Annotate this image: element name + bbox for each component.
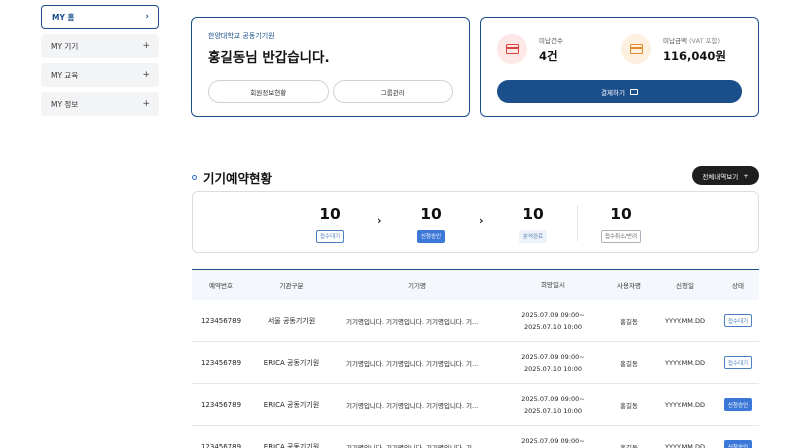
table-row[interactable]: 123456789 ERICA 공동기기원 기기명입니다. 기기명입니다. 기기명입… bbox=[192, 384, 759, 426]
table-header: 예약번호 기관구분 기기명 희망일시 사용자명 신청일 상태 bbox=[192, 269, 759, 300]
reservation-number: 123456789 bbox=[200, 400, 242, 409]
user-name: 홍길동 bbox=[620, 401, 638, 410]
credit-card-icon bbox=[621, 34, 651, 64]
organization: ERICA 공동기기원 bbox=[263, 400, 320, 409]
table-row[interactable]: 123456789 ERICA 공동기기원 기기명입니다. 기기명입니다. 기기명입… bbox=[192, 342, 759, 384]
plus-icon: + bbox=[743, 171, 749, 180]
pay-button-label: 결제하기 bbox=[601, 88, 625, 97]
plus-icon: + bbox=[142, 70, 150, 80]
table-body: 123456789 서울 공동기기원 기기명입니다. 기기명입니다. 기기명입니다.… bbox=[192, 300, 759, 448]
status-badge: 접수대기 bbox=[315, 229, 345, 243]
summary-item-cancelled[interactable]: 10 접수취소/반려 bbox=[591, 205, 651, 243]
plus-icon: + bbox=[142, 41, 150, 51]
sidebar-item-label: MY 교육 bbox=[51, 70, 79, 80]
summary-item-pending[interactable]: 10 접수대기 bbox=[300, 205, 360, 243]
bullet-dot-icon bbox=[192, 175, 197, 180]
user-name: 홍길동 bbox=[620, 443, 638, 448]
view-all-button[interactable]: 전체내역보기 + bbox=[692, 166, 759, 185]
applied-date: YYYY.MM.DD bbox=[665, 400, 705, 409]
desired-datetime: 2025.07.09 09:00~2025.07.10 10:00 bbox=[521, 310, 585, 331]
status-badge: 신청승인 bbox=[723, 398, 753, 411]
pay-button[interactable]: 결제하기 bbox=[497, 80, 742, 103]
unpaid-amount-note: (VAT 포함) bbox=[689, 36, 721, 45]
sidebar-item-my-info[interactable]: MY 정보 + bbox=[41, 92, 159, 116]
reservation-number: 123456789 bbox=[200, 442, 242, 448]
reservation-number: 123456789 bbox=[200, 358, 242, 367]
user-greeting: 홍길동님 반갑습니다. bbox=[208, 50, 330, 66]
plus-icon: + bbox=[142, 99, 150, 109]
unpaid-count-value: 4건 bbox=[539, 48, 558, 63]
sidebar-item-my-home[interactable]: MY 홈 › bbox=[41, 5, 159, 29]
desired-datetime: 2025.07.09 09:00~2025.07.10 10:00 bbox=[521, 394, 585, 415]
reservation-summary: 10 접수대기 › 10 신청승인 › 10 분석완료 10 접수취소/반려 bbox=[192, 191, 759, 253]
sidebar-item-label: MY 기기 bbox=[51, 41, 79, 51]
group-manage-button[interactable]: 그룹관리 bbox=[332, 80, 453, 103]
credit-card-icon bbox=[497, 34, 527, 64]
unpaid-amount-label: 미납금액 bbox=[663, 36, 687, 45]
desired-datetime: 2025.07.09 09:00~2025.07.10 10:00 bbox=[521, 436, 585, 445]
organization: ERICA 공동기기원 bbox=[263, 358, 320, 367]
unpaid-count-label: 미납건수 bbox=[539, 36, 563, 45]
status-badge: 접수취소/반려 bbox=[600, 229, 642, 243]
unpaid-count-stat: 미납건수 4건 bbox=[497, 34, 563, 64]
sidebar-item-my-device[interactable]: MY 기기 + bbox=[41, 34, 159, 58]
user-card: 한양대학교 공동기기원 홍길동님 반갑습니다. 회원정보현황 그룹관리 bbox=[191, 17, 470, 117]
user-name: 홍길동 bbox=[620, 359, 638, 368]
summary-item-approved[interactable]: 10 신청승인 bbox=[401, 205, 461, 243]
divider bbox=[577, 205, 578, 241]
reservation-number: 123456789 bbox=[200, 316, 242, 325]
device-name: 기기명입니다. 기기명입니다. 기기명입니다. 기... bbox=[346, 359, 479, 368]
organization: ERICA 공동기기원 bbox=[263, 442, 320, 448]
user-name: 홍길동 bbox=[620, 317, 638, 326]
chevron-right-icon: › bbox=[145, 12, 149, 22]
chevron-right-icon: › bbox=[479, 214, 484, 227]
table-row[interactable]: 123456789 ERICA 공동기기원 기기명입니다. 기기명입니다. 기기명입… bbox=[192, 426, 759, 448]
applied-date: YYYY.MM.DD bbox=[665, 316, 705, 325]
sidebar-item-label: MY 정보 bbox=[51, 99, 79, 109]
section-title: 기기예약현황 bbox=[192, 168, 272, 187]
applied-date: YYYY.MM.DD bbox=[665, 358, 705, 367]
sidebar-item-my-education[interactable]: MY 교육 + bbox=[41, 63, 159, 87]
applied-date: YYYY.MM.DD bbox=[665, 442, 705, 448]
chevron-right-icon: › bbox=[377, 214, 382, 227]
device-name: 기기명입니다. 기기명입니다. 기기명입니다. 기... bbox=[346, 317, 479, 326]
sidebar: MY 홈 › MY 기기 + MY 교육 + MY 정보 + bbox=[41, 5, 159, 121]
member-info-button[interactable]: 회원정보현황 bbox=[208, 80, 329, 103]
status-badge: 접수대기 bbox=[723, 314, 753, 327]
status-badge: 신청승인 bbox=[416, 229, 446, 243]
reservation-table: 예약번호 기관구분 기기명 희망일시 사용자명 신청일 상태 123456789… bbox=[192, 269, 759, 448]
unpaid-amount-value: 116,040원 bbox=[663, 48, 726, 63]
user-organization: 한양대학교 공동기기원 bbox=[208, 32, 275, 40]
table-row[interactable]: 123456789 서울 공동기기원 기기명입니다. 기기명입니다. 기기명입니다.… bbox=[192, 300, 759, 342]
desired-datetime: 2025.07.09 09:00~2025.07.10 10:00 bbox=[521, 352, 585, 373]
device-name: 기기명입니다. 기기명입니다. 기기명입니다. 기... bbox=[346, 443, 479, 448]
summary-item-completed[interactable]: 10 분석완료 bbox=[503, 205, 563, 243]
status-badge: 신청승인 bbox=[723, 440, 753, 448]
device-name: 기기명입니다. 기기명입니다. 기기명입니다. 기... bbox=[346, 401, 479, 410]
payment-card: 미납건수 4건 미납금액 (VAT 포함) 116,040원 결제하기 bbox=[480, 17, 759, 117]
status-badge: 분석완료 bbox=[518, 229, 548, 243]
status-badge: 접수대기 bbox=[723, 356, 753, 369]
unpaid-amount-stat: 미납금액 (VAT 포함) 116,040원 bbox=[621, 34, 726, 64]
sidebar-item-label: MY 홈 bbox=[52, 12, 75, 22]
credit-card-icon bbox=[629, 88, 638, 95]
organization: 서울 공동기기원 bbox=[267, 316, 316, 325]
